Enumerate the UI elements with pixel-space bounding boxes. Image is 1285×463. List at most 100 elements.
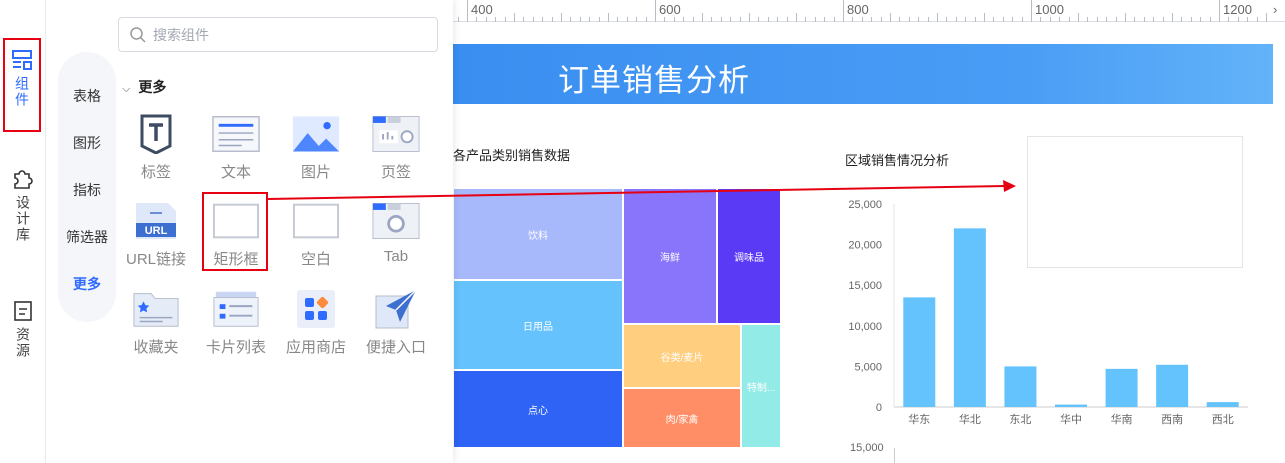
ruler-tick	[937, 13, 938, 22]
ruler-tick	[890, 13, 891, 22]
bar-chart-title[interactable]: 区域销售情况分析	[845, 150, 949, 169]
search-box[interactable]	[118, 17, 438, 52]
ruler-tick	[1031, 0, 1032, 22]
svg-text:URL: URL	[145, 225, 168, 237]
ruler-scroll-right-icon[interactable]: ›	[1273, 2, 1277, 17]
category-indicators[interactable]: 指标	[58, 180, 116, 200]
image-icon	[292, 113, 340, 155]
blank-icon	[292, 200, 340, 242]
category-graphics[interactable]: 图形	[58, 133, 116, 153]
treemap-cell[interactable]: 点心	[453, 370, 623, 448]
rail-item-components[interactable]: 组件	[3, 38, 41, 132]
component-label[interactable]: 标签	[116, 113, 196, 197]
component-tab-page[interactable]: 页签	[356, 113, 436, 197]
dashboard-title[interactable]: 订单销售分析	[558, 55, 750, 100]
treemap-cell[interactable]: 肉/家禽	[623, 388, 741, 448]
component-card-list[interactable]: 卡片列表	[196, 288, 276, 372]
treemap-cell[interactable]: 谷类/麦片	[623, 324, 741, 388]
component-image[interactable]: 图片	[276, 113, 356, 197]
empty-rectangle[interactable]	[1027, 136, 1243, 268]
bar[interactable]	[1004, 366, 1037, 407]
component-favorites[interactable]: 收藏夹	[116, 288, 196, 372]
bar[interactable]	[1105, 368, 1138, 407]
category-nav: 表格 图形 指标 筛选器 更多	[58, 52, 116, 322]
ruler-label: 800	[847, 2, 869, 17]
component-blank-label: 空白	[300, 251, 331, 268]
url-link-icon: URL	[132, 200, 180, 242]
dashboard-canvas: 订单销售分析 各产品类别销售数据 饮料 日用品 点心 海鲜 调味品 谷类/麦片 肉/家禽 特制…	[453, 22, 1285, 463]
lower-chart-y-tick: 15,000	[850, 442, 884, 454]
ruler-tick	[561, 13, 562, 22]
component-card-list-label: 卡片列表	[205, 339, 266, 356]
component-quick-entry-label: 便捷入口	[365, 339, 426, 356]
x-tick-label: 华东	[908, 412, 930, 426]
component-url-link[interactable]: URL URL链接	[116, 200, 196, 284]
treemap-chart[interactable]: 饮料 日用品 点心 海鲜 调味品 谷类/麦片 肉/家禽 特制...	[453, 188, 781, 448]
y-tick-label: 5,000	[854, 361, 882, 373]
component-tab-label: Tab	[383, 248, 409, 265]
ruler-tick	[608, 13, 609, 22]
y-tick-label: 10,000	[848, 321, 882, 333]
bar[interactable]	[1206, 402, 1239, 407]
rectangle-highlight	[202, 192, 268, 271]
ruler-tick	[1125, 13, 1126, 22]
treemap-cell[interactable]: 调味品	[717, 188, 781, 324]
treemap-cell[interactable]: 海鲜	[623, 188, 717, 324]
ruler-tick	[749, 13, 750, 22]
rail-item-design-library[interactable]: 设计库	[4, 166, 42, 243]
y-tick-label: 15,000	[848, 280, 882, 292]
treemap-cell[interactable]: 饮料	[453, 188, 623, 280]
ruler-label: 1200	[1223, 2, 1252, 17]
tab-page-icon	[372, 113, 420, 155]
ruler-tick	[655, 0, 656, 22]
component-label-text: 标签	[140, 164, 171, 181]
component-app-store[interactable]: 应用商店	[276, 288, 356, 372]
component-url-link-label: URL链接	[125, 251, 186, 268]
component-quick-entry[interactable]: 便捷入口	[356, 288, 436, 372]
tab-icon	[372, 200, 420, 242]
ruler-tick	[1219, 0, 1220, 22]
ruler-tick	[984, 13, 985, 22]
section-title: 更多	[138, 79, 167, 95]
component-tab[interactable]: Tab	[356, 200, 436, 284]
ruler-tick	[796, 13, 797, 22]
component-text-label: 文本	[220, 164, 251, 181]
app-store-icon	[292, 288, 340, 330]
category-table[interactable]: 表格	[58, 86, 116, 106]
component-blank[interactable]: 空白	[276, 200, 356, 284]
treemap-cell[interactable]: 特制...	[741, 324, 781, 448]
bar[interactable]	[903, 297, 936, 407]
ruler-label: 600	[659, 2, 681, 17]
ruler-tick	[1266, 13, 1267, 22]
component-panel: 表格 图形 指标 筛选器 更多 ⌵ 更多 标签 文本 图片 页签 URL	[46, 0, 453, 463]
treemap-cell[interactable]: 日用品	[453, 280, 623, 370]
category-filters[interactable]: 筛选器	[58, 227, 116, 247]
y-tick-label: 25,000	[848, 199, 882, 211]
bar[interactable]	[1055, 404, 1087, 407]
resource-icon	[12, 300, 34, 325]
x-tick-label: 华北	[959, 412, 981, 426]
ruler-tick	[1172, 13, 1173, 22]
horizontal-ruler: 400 600 800 1000 1200 ›	[453, 0, 1285, 22]
lower-chart-axis	[894, 448, 895, 463]
x-tick-label: 西南	[1161, 413, 1183, 426]
ruler-tick	[514, 13, 515, 22]
bar[interactable]	[1156, 364, 1189, 407]
card-list-icon	[212, 288, 260, 330]
ruler-label: 1000	[1035, 2, 1064, 17]
x-tick-label: 西北	[1212, 413, 1234, 426]
left-rail: 组件 设计库 资源	[0, 0, 46, 463]
bar[interactable]	[953, 228, 986, 407]
category-more[interactable]: 更多	[58, 274, 116, 294]
ruler-tick	[843, 0, 844, 22]
x-tick-label: 东北	[1009, 413, 1031, 426]
quick-entry-icon	[372, 288, 420, 330]
treemap-title[interactable]: 各产品类别销售数据	[453, 145, 570, 164]
rail-item-label: 资源	[15, 327, 31, 359]
y-tick-label: 0	[876, 402, 882, 414]
text-tag-icon	[132, 113, 180, 155]
rail-item-resources[interactable]: 资源	[4, 300, 42, 359]
component-text[interactable]: 文本	[196, 113, 276, 197]
section-header[interactable]: ⌵ 更多	[122, 77, 166, 97]
search-input[interactable]	[153, 25, 423, 45]
